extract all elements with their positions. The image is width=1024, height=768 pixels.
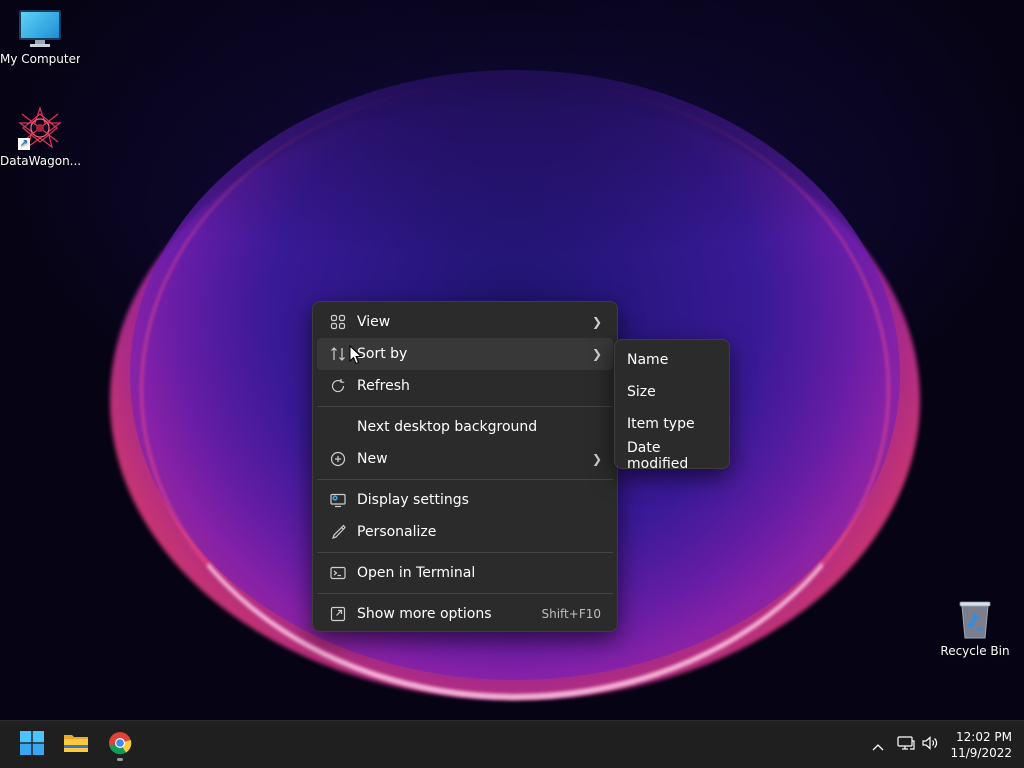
running-indicator: [117, 758, 123, 761]
taskbar: 12:02 PM 11/9/2022: [0, 720, 1024, 768]
menu-item-label: View: [357, 314, 391, 330]
monitor-icon: [19, 10, 61, 48]
plus-circle-icon: [329, 450, 347, 468]
app-star-icon: ↗: [18, 106, 62, 150]
chrome-icon: [108, 731, 132, 759]
sort-option-size[interactable]: Size: [619, 376, 725, 408]
desktop-icon-recycle-bin[interactable]: Recycle Bin: [935, 598, 1015, 658]
chevron-right-icon: ❯: [591, 315, 603, 329]
menu-item-show-more-options[interactable]: Show more options Shift+F10: [317, 598, 613, 630]
start-button[interactable]: [12, 727, 52, 763]
sort-option-item-type[interactable]: Item type: [619, 408, 725, 440]
clock-time: 12:02 PM: [956, 730, 1012, 744]
menu-item-label: Show more options: [357, 606, 492, 622]
windows-logo-icon: [20, 731, 44, 759]
taskbar-clock[interactable]: 12:02 PM 11/9/2022: [950, 729, 1012, 761]
terminal-icon: [329, 564, 347, 582]
clock-date: 11/9/2022: [950, 746, 1012, 760]
sort-arrows-icon: [329, 345, 347, 363]
sort-by-submenu: Name Size Item type Date modified: [614, 339, 730, 472]
menu-divider: [317, 406, 613, 407]
menu-item-label: Next desktop background: [357, 419, 538, 435]
display-settings-icon: [329, 491, 347, 509]
brush-icon: [329, 523, 347, 541]
menu-item-refresh[interactable]: Refresh: [317, 370, 613, 402]
sort-option-date-modified[interactable]: Date modified: [619, 440, 725, 472]
menu-item-next-background[interactable]: Next desktop background: [317, 411, 613, 443]
menu-item-label: Sort by: [357, 346, 408, 362]
menu-item-label: Open in Terminal: [357, 565, 476, 581]
menu-divider: [317, 479, 613, 480]
show-hidden-icons-chevron-icon[interactable]: [868, 736, 888, 755]
desktop-icon-label: Recycle Bin: [940, 644, 1010, 658]
desktop-icon-datawagon[interactable]: ↗ DataWagon...: [0, 106, 80, 168]
shortcut-arrow-icon: ↗: [18, 138, 30, 150]
menu-divider: [317, 593, 613, 594]
volume-icon[interactable]: [918, 735, 942, 755]
network-icon[interactable]: [894, 735, 918, 755]
refresh-icon: [329, 377, 347, 395]
chrome-taskbar-button[interactable]: [100, 727, 140, 763]
sort-option-name[interactable]: Name: [619, 344, 725, 376]
menu-item-personalize[interactable]: Personalize: [317, 516, 613, 548]
mouse-cursor-icon: [349, 344, 363, 365]
menu-item-label: Personalize: [357, 524, 437, 540]
menu-item-view[interactable]: View ❯: [317, 306, 613, 338]
recycle-bin-icon: [957, 598, 993, 640]
chevron-right-icon: ❯: [591, 347, 603, 361]
show-more-icon: [329, 605, 347, 623]
shortcut-hint: Shift+F10: [541, 607, 601, 621]
file-explorer-button[interactable]: [56, 727, 96, 763]
wallpaper-shade: [0, 0, 1024, 260]
menu-item-new[interactable]: New ❯: [317, 443, 613, 475]
menu-item-open-terminal[interactable]: Open in Terminal: [317, 557, 613, 589]
menu-item-display-settings[interactable]: Display settings: [317, 484, 613, 516]
desktop-icon-label: My Computer: [0, 52, 80, 66]
folder-icon: [63, 732, 89, 758]
system-tray: [868, 721, 942, 768]
menu-item-label: New: [357, 451, 388, 467]
desktop-icon-label: DataWagon...: [0, 154, 80, 168]
menu-item-label: Display settings: [357, 492, 469, 508]
menu-item-label: Refresh: [357, 378, 410, 394]
desktop-icon-my-computer[interactable]: My Computer: [0, 10, 80, 66]
view-grid-icon: [329, 313, 347, 331]
chevron-right-icon: ❯: [591, 452, 603, 466]
menu-divider: [317, 552, 613, 553]
